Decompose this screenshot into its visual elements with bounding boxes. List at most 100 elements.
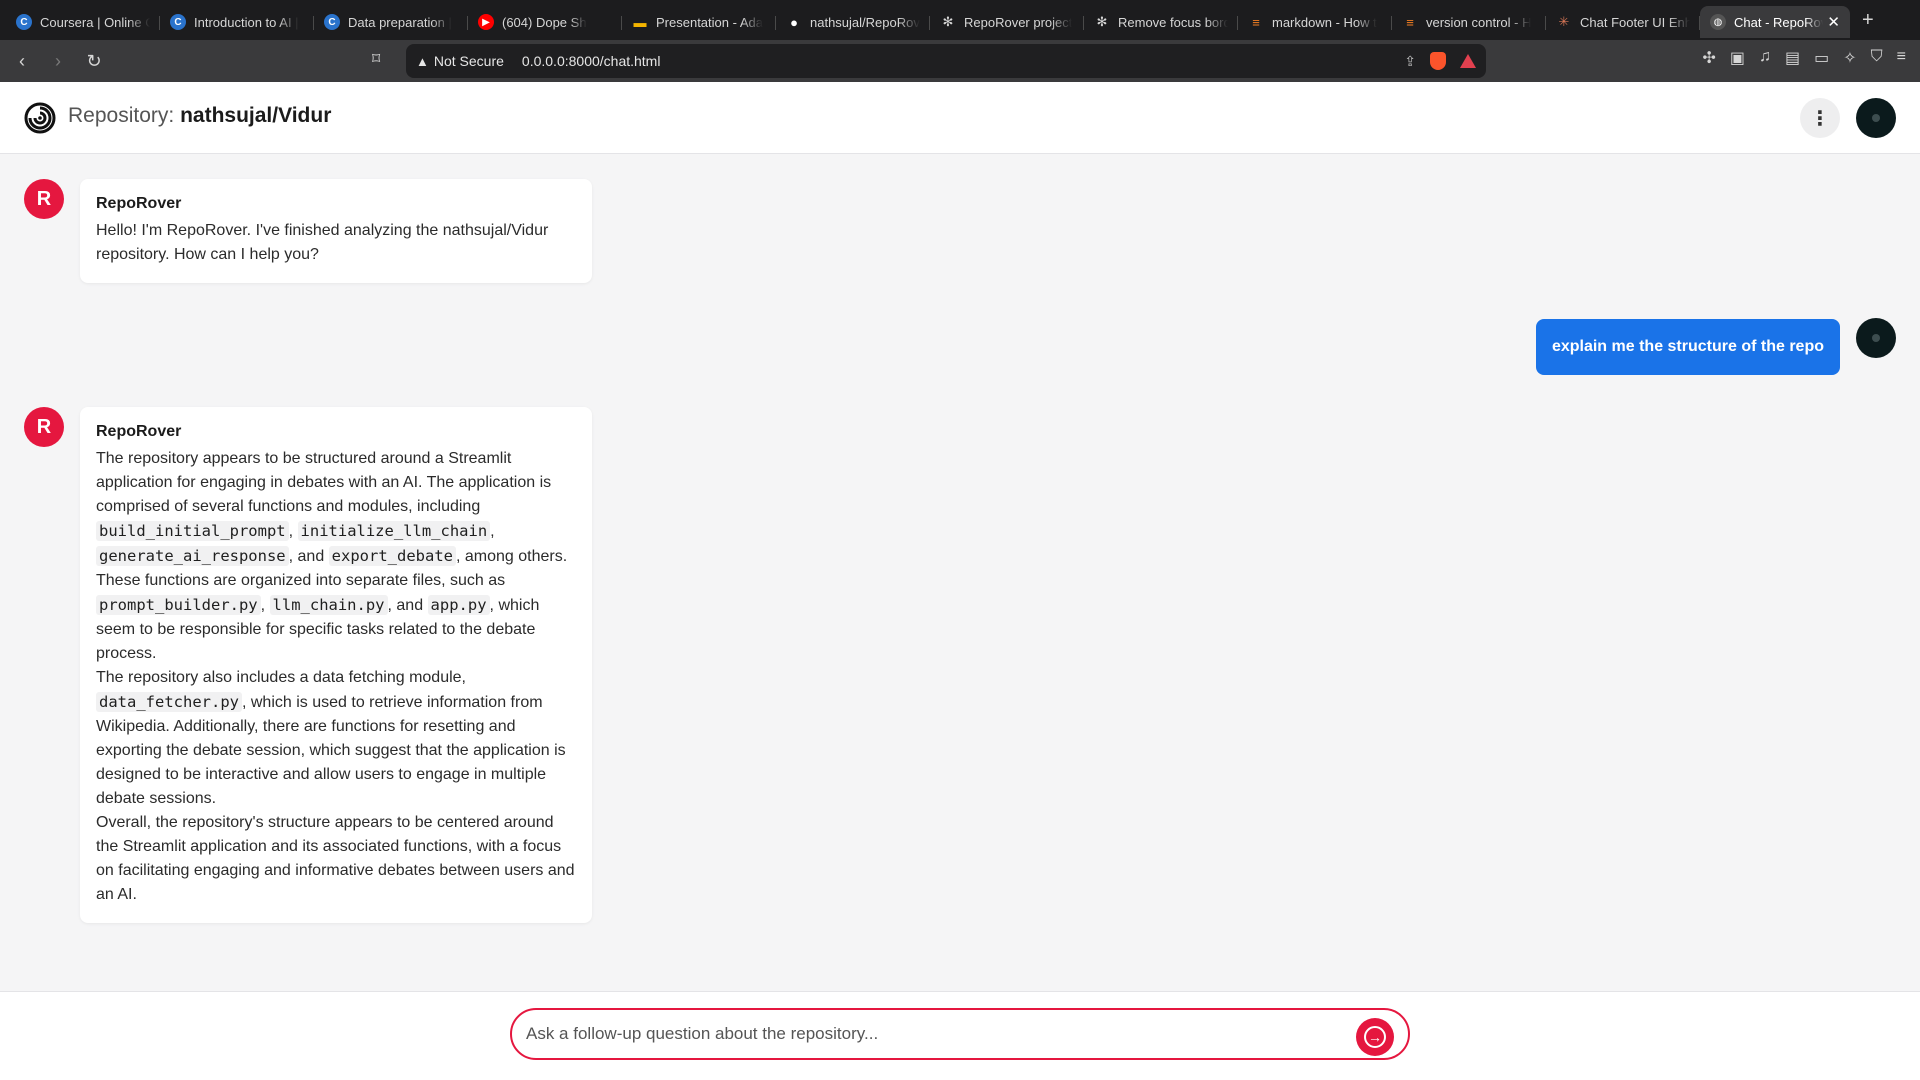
extensions-icon[interactable]: ✣: [1702, 48, 1715, 68]
screenshot-icon[interactable]: ▣: [1730, 48, 1745, 68]
tab-title: Presentation - Ada: [656, 14, 763, 30]
slides-icon: ▬: [633, 14, 647, 30]
tab-title: Coursera | Online C: [40, 14, 150, 30]
github-icon: ●: [790, 14, 798, 30]
bot-avatar: R: [24, 179, 64, 219]
inline-code: data_fetcher.py: [96, 692, 242, 712]
vpn-icon[interactable]: ⛉: [1871, 48, 1883, 68]
tab-title: Data preparation |: [348, 14, 452, 30]
tab-list: C Coursera | Online C C Introduction to AI …: [6, 2, 1700, 38]
menu-icon[interactable]: ≡: [1897, 48, 1906, 68]
message-text: The repository appears to be structured …: [96, 447, 576, 907]
sender-name: RepoRover: [96, 195, 182, 212]
tab-item[interactable]: C Introduction to AI |: [160, 6, 314, 38]
inline-code: initialize_llm_chain: [297, 521, 491, 541]
paragraph: Overall, the repository's structure appe…: [96, 814, 575, 903]
globe-icon: ◍: [1710, 14, 1726, 30]
sender-name: RepoRover: [96, 423, 182, 440]
tab-title: (604) Dope Sh: [502, 14, 587, 30]
tab-item[interactable]: ≡ markdown - How t: [1238, 6, 1392, 38]
repo-prefix: Repository:: [68, 104, 175, 127]
chat-footer: →: [0, 991, 1920, 1080]
inline-code: prompt_builder.py: [96, 595, 261, 615]
coursera-icon: C: [170, 14, 186, 30]
bot-avatar: R: [24, 407, 64, 447]
inline-code: generate_ai_response: [96, 546, 289, 566]
stackoverflow-icon: ≡: [1406, 14, 1414, 30]
brave-shields-icon[interactable]: [1430, 52, 1446, 70]
claude-icon: ✳: [1558, 14, 1570, 29]
message-text: Hello! I'm RepoRover. I've finished anal…: [96, 222, 549, 263]
new-tab-button[interactable]: +: [1862, 9, 1874, 32]
tab-title: version control - H: [1426, 14, 1532, 30]
tab-title: Introduction to AI |: [194, 14, 299, 30]
sidebar-icon[interactable]: ▤: [1785, 48, 1800, 68]
back-button[interactable]: ‹: [8, 47, 36, 75]
page-title: Repository: nathsujal/Vidur: [68, 104, 331, 128]
forward-button[interactable]: ›: [44, 47, 72, 75]
openai-icon: ✻: [942, 14, 954, 29]
tab-title: RepoRover project: [964, 14, 1073, 30]
more-options-button[interactable]: ⋮: [1800, 98, 1840, 138]
text-run: , and: [387, 597, 428, 614]
message-input[interactable]: [526, 1024, 1346, 1044]
bot-message: RepoRover Hello! I'm RepoRover. I've fin…: [80, 179, 592, 283]
tab-item[interactable]: C Data preparation |: [314, 6, 468, 38]
tab-active[interactable]: ◍ Chat - RepoRover ✕: [1700, 6, 1850, 38]
browser-tab-strip: C Coursera | Online C C Introduction to AI …: [0, 0, 1920, 40]
bookmark-icon[interactable]: ⌑: [372, 49, 380, 69]
share-icon[interactable]: ⇪: [1404, 53, 1416, 70]
address-bar[interactable]: ▲ Not Secure 0.0.0.0:8000/chat.html ⇪: [406, 44, 1486, 78]
brave-rewards-icon[interactable]: [1460, 54, 1476, 68]
chat-area: R RepoRover Hello! I'm RepoRover. I've f…: [0, 155, 1920, 991]
tab-item[interactable]: ▶ (604) Dope Sh: [468, 6, 622, 38]
stackoverflow-icon: ≡: [1252, 14, 1260, 30]
text-run: ,: [260, 597, 270, 614]
tab-item[interactable]: ✻ RepoRover project: [930, 6, 1084, 38]
tab-title: Remove focus bord: [1118, 14, 1228, 30]
paragraph: The repository appears to be structured …: [96, 447, 576, 666]
toolbar-extensions: ✣ ▣ ♫ ▤ ▭ ✧ ⛉ ≡: [1702, 48, 1906, 68]
avatar-dot: [1872, 334, 1880, 342]
arrow-right-icon: →: [1364, 1026, 1386, 1048]
bot-message: RepoRover The repository appears to be s…: [80, 407, 592, 923]
warning-icon: ▲: [416, 53, 429, 69]
app-header: Repository: nathsujal/Vidur ⋮: [0, 82, 1920, 154]
reporover-logo-icon: [24, 102, 56, 134]
tab-title: nathsujal/RepoRov: [810, 14, 920, 30]
text-run: The repository appears to be structured …: [96, 450, 552, 515]
tab-item[interactable]: ▬ Presentation - Ada: [622, 6, 776, 38]
browser-toolbar: ‹ › ↻ ⌑ ▲ Not Secure 0.0.0.0:8000/chat.h…: [0, 40, 1920, 82]
tab-item[interactable]: ✳ Chat Footer UI Enh: [1546, 6, 1700, 38]
tab-item[interactable]: ● nathsujal/RepoRov: [776, 6, 930, 38]
tab-title: Chat Footer UI Enh: [1580, 14, 1690, 30]
user-avatar: [1856, 318, 1896, 358]
inline-code: app.py: [427, 595, 490, 615]
tab-title: markdown - How t: [1272, 14, 1377, 30]
text-run: , and: [288, 548, 329, 565]
composer: →: [510, 1008, 1410, 1060]
paragraph: The repository also includes a data fetc…: [96, 666, 576, 811]
text-run: ,: [288, 523, 298, 540]
user-message: explain me the structure of the repo: [1535, 319, 1840, 375]
openai-icon: ✻: [1096, 14, 1108, 29]
send-button[interactable]: →: [1356, 1018, 1394, 1056]
wallet-icon[interactable]: ▭: [1814, 48, 1829, 68]
tab-item[interactable]: ≡ version control - H: [1392, 6, 1546, 38]
media-icon[interactable]: ♫: [1759, 48, 1771, 68]
avatar-dot: [1872, 114, 1880, 122]
close-tab-icon[interactable]: ✕: [1823, 13, 1840, 31]
tab-title: Chat - RepoRover: [1734, 14, 1823, 30]
text-run: ,: [490, 523, 495, 540]
tab-item[interactable]: ✻ Remove focus bord: [1084, 6, 1238, 38]
repo-name: nathsujal/Vidur: [180, 104, 332, 127]
reload-button[interactable]: ↻: [80, 47, 108, 75]
url-text: 0.0.0.0:8000/chat.html: [521, 53, 661, 69]
leo-ai-icon[interactable]: ✧: [1843, 48, 1856, 68]
inline-code: export_debate: [328, 546, 456, 566]
coursera-icon: C: [324, 14, 340, 30]
avatar[interactable]: [1856, 98, 1896, 138]
security-label: Not Secure: [433, 53, 504, 69]
tab-item[interactable]: C Coursera | Online C: [6, 6, 160, 38]
youtube-icon: ▶: [478, 14, 494, 30]
